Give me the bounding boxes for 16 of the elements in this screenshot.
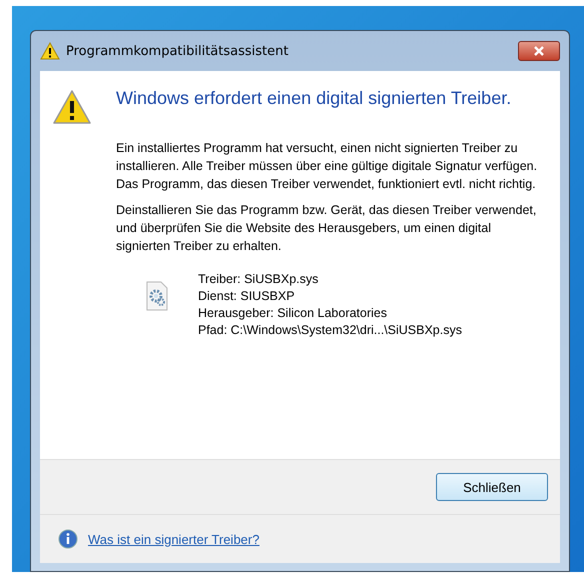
gear-file-icon: [146, 281, 168, 311]
window-title: Programmkompatibilitätsassistent: [66, 44, 290, 58]
driver-detail: Herausgeber: Silicon Laboratories: [198, 305, 388, 322]
driver-detail: Treiber: SiUSBXp.sys: [198, 271, 320, 288]
message-paragraph: Ein installiertes Programm hat versucht, einen nicht signierten Treiber zu installieren. Alle Treiber müssen über eine gültige digitale Signatur verfügen. Das Programm, das diesen Treiber verwendet, funktioniert evtl. nicht richtig.: [116, 140, 538, 193]
dialog-heading: Windows erfordert einen digital signierten Treiber.: [116, 87, 512, 110]
message-paragraph: Deinstallieren Sie das Programm bzw. Gerät, das diesen Treiber verwendet, und überprüfen Sie die Website des Herausgebers, um einen digital signierten Treiber zu erhalten.: [116, 202, 538, 255]
warning-icon: [40, 42, 60, 60]
help-link[interactable]: Was ist ein signierter Treiber?: [88, 532, 260, 546]
warning-icon: [52, 89, 92, 125]
driver-detail: Pfad: C:\Windows\System32\dri...\SiUSBXp.sys: [198, 322, 462, 339]
close-icon: [533, 46, 545, 56]
driver-detail: Dienst: SIUSBXP: [198, 288, 296, 305]
info-icon: [58, 529, 78, 549]
close-dialog-button[interactable]: Schließen: [436, 473, 548, 501]
close-button[interactable]: [518, 41, 560, 61]
